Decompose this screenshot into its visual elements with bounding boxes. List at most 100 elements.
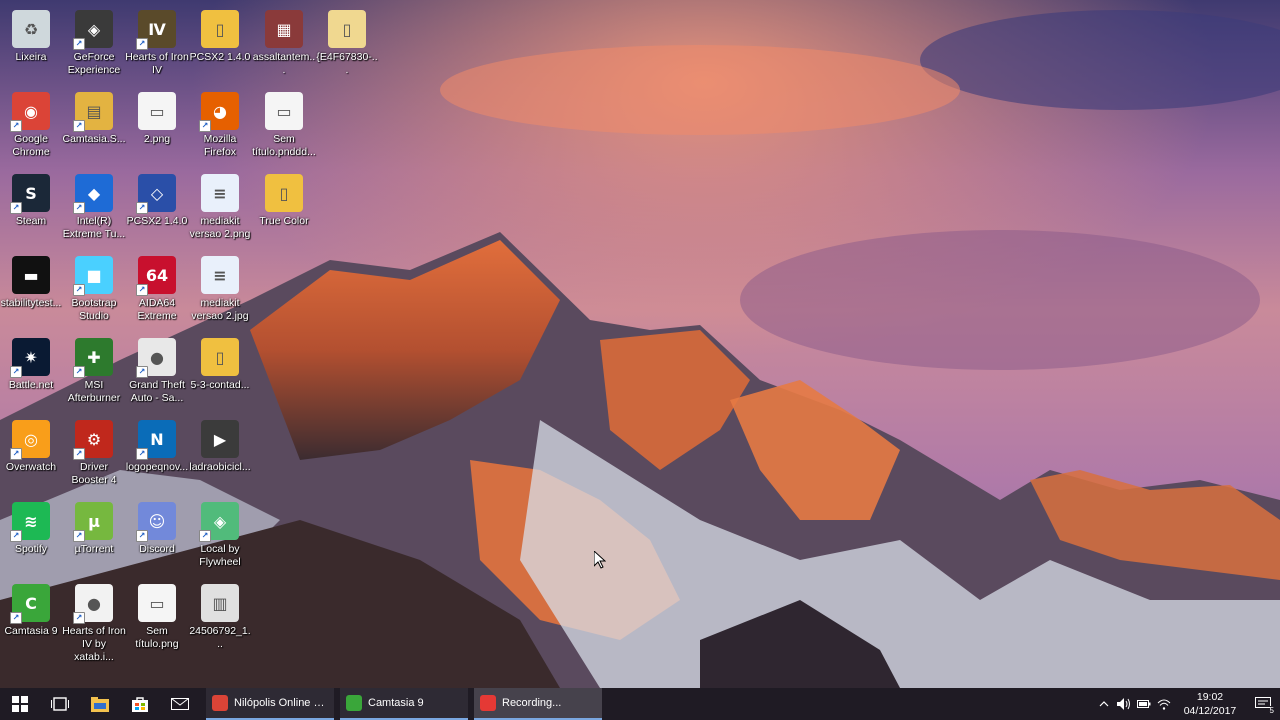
network-button[interactable] (1154, 688, 1174, 720)
file-explorer-icon (91, 696, 109, 712)
icon-glyph: ● (150, 347, 164, 367)
pcsx2-icon: ◇ ↗ (136, 174, 176, 214)
desktop-icon-pcsx2folder[interactable]: ▯ PCSX2 1.4.0 (188, 6, 252, 86)
desktop-icon-semtitulo1[interactable]: ▭ Sem título.pnddd... (252, 88, 316, 168)
icon-glyph: ▥ (212, 593, 228, 613)
archive-icon: ▤ ↗ (73, 92, 113, 132)
wifi-icon (1157, 699, 1171, 710)
bootstrap-studio-icon: ■ ↗ (73, 256, 113, 296)
desktop-icon-label: ladraobicicl... (189, 461, 251, 473)
desktop-icon-mediakit1[interactable]: ≡ mediakit versao 2.png (188, 170, 252, 250)
desktop-icon-bootstrap[interactable]: ■ ↗ Bootstrap Studio (62, 252, 126, 332)
desktop-icon-img24506792[interactable]: ▥ 24506792_1... (188, 580, 252, 660)
desktop-icon-camtasias[interactable]: ▤ ↗ Camtasia.S... (62, 88, 126, 168)
icon-glyph: ◈ (213, 511, 227, 531)
desktop-icon-label: Camtasia 9 (4, 625, 58, 637)
overwatch-icon: ◎ ↗ (10, 420, 50, 460)
taskbar-app-camtasia[interactable]: Camtasia 9 (340, 688, 468, 720)
icon-glyph: N (150, 429, 164, 449)
desktop-icon-label: Hearts of Iron IV by xatab.i... (62, 625, 126, 663)
discord-icon: ☺ ↗ (136, 502, 176, 542)
desktop-icon-label: Lixeira (15, 51, 47, 63)
icon-glyph: ✚ (87, 347, 101, 367)
desktop-icon-lixeira[interactable]: ♻ Lixeira (0, 6, 63, 86)
icon-glyph: ▬ (23, 265, 39, 285)
desktop-icon-label: Steam (15, 215, 47, 227)
icon-glyph: ◎ (24, 429, 38, 449)
desktop-icon-label: Grand Theft Auto - Sa... (129, 379, 185, 404)
chrome-icon (212, 695, 228, 711)
camtasia-recorder-icon (480, 695, 496, 711)
shortcut-arrow-icon: ↗ (10, 530, 22, 542)
shortcut-arrow-icon: ↗ (10, 448, 22, 460)
task-view-button[interactable] (40, 688, 80, 720)
desktop-icon-intelxtu[interactable]: ◆ ↗ Intel(R) Extreme Tu... (62, 170, 126, 250)
desktop-icon-spotify[interactable]: ≋ ↗ Spotify (0, 498, 63, 578)
desktop-icon-firefox[interactable]: ◕ ↗ Mozilla Firefox (188, 88, 252, 168)
action-center-button[interactable]: 5 (1246, 688, 1280, 720)
icon-glyph: ◇ (150, 183, 164, 203)
desktop-icon-label: Overwatch (5, 461, 57, 473)
desktop-icon-hoi4xatab[interactable]: ● ↗ Hearts of Iron IV by xatab.i... (62, 580, 126, 663)
desktop-icon-camtasia9[interactable]: C ↗ Camtasia 9 (0, 580, 63, 660)
icon-glyph: ⚙ (86, 429, 102, 449)
desktop-icon-geforce[interactable]: ◈ ↗ GeForce Experience (62, 6, 126, 86)
desktop-icon-label: True Color (259, 215, 309, 227)
shortcut-arrow-icon: ↗ (136, 366, 148, 378)
desktop-icon-assaltantem[interactable]: ▦ assaltantem... (252, 6, 316, 86)
desktop-icon-driverbooster[interactable]: ⚙ ↗ Driver Booster 4 (62, 416, 126, 496)
start-button[interactable] (0, 688, 40, 720)
file-explorer-button[interactable] (80, 688, 120, 720)
desktop-icon-label: Driver Booster 4 (71, 461, 117, 486)
desktop-icon-label: GeForce Experience (67, 51, 121, 76)
desktop-icon-label: Camtasia.S... (62, 133, 126, 145)
mail-button[interactable] (160, 688, 200, 720)
icon-glyph: C (25, 593, 37, 613)
desktop-icon-mediakit2[interactable]: ≡ mediakit versao 2.jpg (188, 252, 252, 332)
desktop-icon-steam[interactable]: S ↗ Steam (0, 170, 63, 250)
desktop-icon-pcsx2short[interactable]: ◇ ↗ PCSX2 1.4.0 (125, 170, 189, 250)
volume-button[interactable] (1114, 688, 1134, 720)
desktop-icon-aida64[interactable]: 64 ↗ AIDA64 Extreme (125, 252, 189, 332)
desktop-icon-label: Battle.net (8, 379, 54, 391)
desktop-icon-label: Mozilla Firefox (203, 133, 237, 158)
geforce-icon: ◈ ↗ (73, 10, 113, 50)
shortcut-arrow-icon: ↗ (73, 366, 85, 378)
aida64-icon: 64 ↗ (136, 256, 176, 296)
desktop-icon-ladrao[interactable]: ▶ ladraobicicl... (188, 416, 252, 496)
desktop-icon-label: mediakit versao 2.jpg (191, 297, 249, 322)
desktop-icon-label: Local by Flywheel (199, 543, 241, 568)
desktop-icon-truecolor[interactable]: ▯ True Color (252, 170, 316, 250)
desktop-icon-stabilitytest[interactable]: ▬ stabilitytest... (0, 252, 63, 332)
desktop-icon-gta[interactable]: ● ↗ Grand Theft Auto - Sa... (125, 334, 189, 414)
show-hidden-icons-button[interactable] (1094, 688, 1114, 720)
desktop-icon-chrome[interactable]: ◉ ↗ Google Chrome (0, 88, 63, 168)
desktop-icon-twopng[interactable]: ▭ 2.png (125, 88, 189, 168)
clock[interactable]: 19:02 04/12/2017 (1174, 690, 1246, 718)
icon-glyph: ◆ (87, 183, 101, 203)
desktop-icon-e4f67830[interactable]: ▯ {E4F67830-... (315, 6, 379, 86)
desktop-icon-label: PCSX2 1.4.0 (126, 215, 188, 227)
desktop-icon-semtitulo2[interactable]: ▭ Sem título.png (125, 580, 189, 660)
battery-button[interactable] (1134, 688, 1154, 720)
desktop-icon-logopeqno[interactable]: N ↗ logopeqnov... (125, 416, 189, 496)
desktop-icon-localflywheel[interactable]: ◈ ↗ Local by Flywheel (188, 498, 252, 578)
desktop-icon-overwatch[interactable]: ◎ ↗ Overwatch (0, 416, 63, 496)
desktop-icon-utorrent[interactable]: µ ↗ µTorrent (62, 498, 126, 578)
desktop-icon-battlenet[interactable]: ✷ ↗ Battle.net (0, 334, 63, 414)
notification-count: 5 (1269, 706, 1274, 715)
desktop-icon-label: 2.png (143, 133, 171, 145)
image-file-icon: ▬ (12, 256, 50, 294)
taskbar-app-camtasia-recorder[interactable]: Recording... (474, 688, 602, 720)
folder-icon: ▯ (201, 338, 239, 376)
image-file-icon: ▭ (138, 92, 176, 130)
taskbar-app-chrome[interactable]: Nilópolis Online - I... (206, 688, 334, 720)
video-file-icon: ▶ (201, 420, 239, 458)
desktop-icon-hoi4[interactable]: Ⅳ ↗ Hearts of Iron IV (125, 6, 189, 86)
store-button[interactable] (120, 688, 160, 720)
shortcut-arrow-icon: ↗ (136, 530, 148, 542)
desktop-icon-msiafterburner[interactable]: ✚ ↗ MSI Afterburner (62, 334, 126, 414)
desktop-icon-contad[interactable]: ▯ 5-3-contad... (188, 334, 252, 414)
desktop-icon-discord[interactable]: ☺ ↗ Discord (125, 498, 189, 578)
icon-glyph: ◕ (213, 101, 227, 121)
